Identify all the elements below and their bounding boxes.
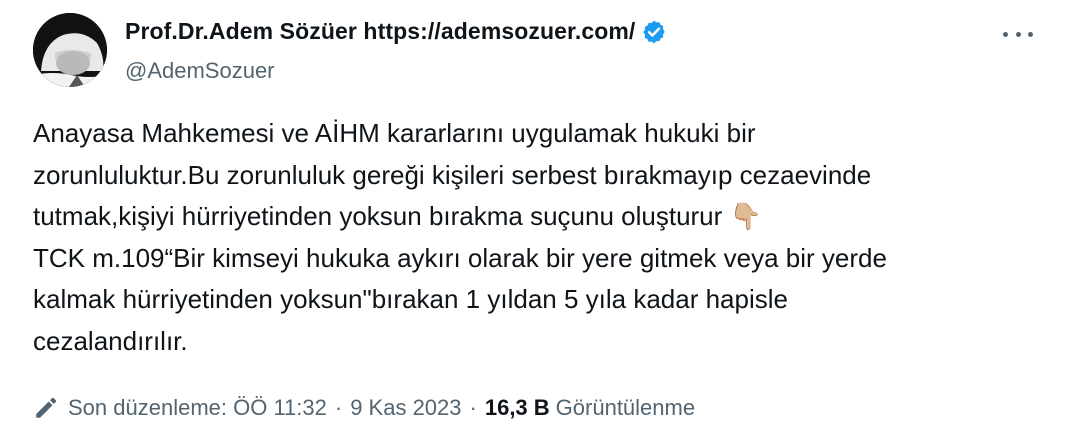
verified-badge-icon[interactable] bbox=[641, 19, 667, 45]
separator: · bbox=[469, 395, 477, 420]
edited-timestamp[interactable]: Son düzenleme: ÖÖ 11:32 bbox=[68, 395, 327, 421]
views-count[interactable]: 16,3 B bbox=[485, 395, 550, 421]
author-name-row: Prof.Dr.Adem Sözüer https://ademsozuer.c… bbox=[125, 18, 667, 45]
tweet-card: Prof.Dr.Adem Sözüer https://ademsozuer.c… bbox=[0, 0, 1069, 444]
tweet-date[interactable]: 9 Kas 2023 bbox=[350, 395, 461, 421]
author-display-name[interactable]: Prof.Dr.Adem Sözüer https://ademsozuer.c… bbox=[125, 18, 635, 45]
views-label[interactable]: Görüntülenme bbox=[556, 395, 695, 421]
more-dot bbox=[1028, 31, 1033, 37]
separator: · bbox=[334, 395, 343, 420]
pencil-icon bbox=[36, 397, 57, 418]
avatar-photo bbox=[33, 13, 107, 87]
author-handle[interactable]: @AdemSozuer bbox=[125, 58, 275, 84]
more-dot bbox=[1003, 31, 1008, 37]
tweet-text: Anayasa Mahkemesi ve AİHM kararlarını uy… bbox=[33, 118, 887, 356]
more-dot bbox=[1015, 31, 1021, 37]
tweet-footer: Son düzenleme: ÖÖ 11:32 · 9 Kas 2023 · 1… bbox=[33, 395, 695, 421]
more-horizontal-icon[interactable] bbox=[1003, 22, 1033, 46]
avatar[interactable] bbox=[33, 13, 107, 87]
